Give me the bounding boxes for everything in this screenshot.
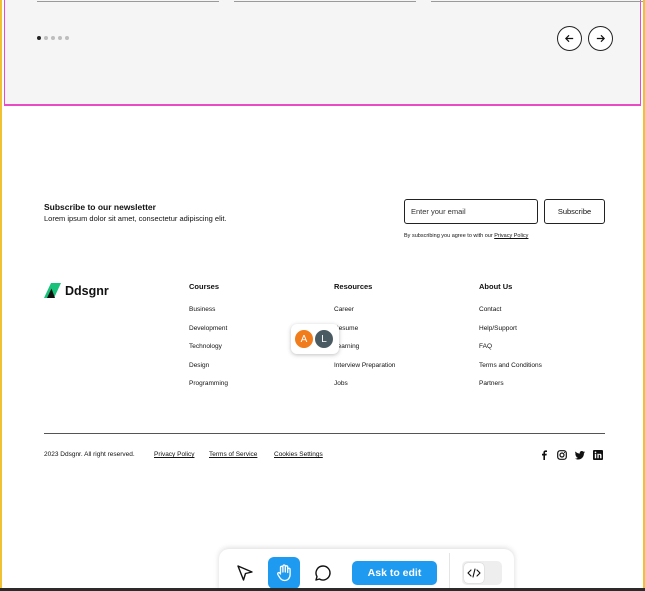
- carousel-next-button[interactable]: [588, 26, 613, 51]
- editor-toolbar: Ask to edit: [219, 549, 514, 591]
- footer-link[interactable]: Development: [189, 325, 228, 344]
- carousel-dot[interactable]: [65, 36, 69, 40]
- newsletter-title: Subscribe to our newsletter: [44, 202, 156, 212]
- arrow-left-icon: [564, 34, 574, 43]
- carousel-dot[interactable]: [44, 36, 48, 40]
- linkedin-icon[interactable]: [593, 450, 603, 460]
- footer-divider: [44, 433, 605, 434]
- footer-link[interactable]: Learning: [334, 343, 395, 362]
- footer-link[interactable]: Technology: [189, 343, 228, 362]
- twitter-icon[interactable]: [575, 450, 585, 460]
- card-bottom-edge: [431, 1, 643, 2]
- carousel-section: [4, 0, 643, 106]
- carousel-dots: [37, 36, 69, 40]
- subscribe-button[interactable]: Subscribe: [544, 199, 605, 224]
- consent-text: By subscribing you agree to with our Pri…: [404, 233, 528, 239]
- footer-link[interactable]: Interview Preparation: [334, 362, 395, 381]
- footer-link[interactable]: Business: [189, 306, 228, 325]
- hand-icon: [277, 564, 291, 582]
- column-title: Resources: [334, 282, 373, 291]
- column-title: Courses: [189, 282, 220, 291]
- logo-text: Ddsgnr: [65, 283, 109, 298]
- card-bottom-edge: [37, 1, 219, 2]
- collaborator-avatars[interactable]: A L: [291, 324, 339, 354]
- terms-of-service-link[interactable]: Terms of Service: [209, 451, 257, 458]
- footer-link[interactable]: Programming: [189, 380, 228, 399]
- code-icon: [464, 563, 484, 583]
- email-input[interactable]: [404, 199, 538, 224]
- toolbar-divider: [449, 553, 450, 591]
- footer-link[interactable]: Design: [189, 362, 228, 381]
- select-tool-button[interactable]: [229, 557, 261, 589]
- footer-column-resources: Resources Career Resume Learning Intervi…: [334, 282, 395, 399]
- carousel-dot[interactable]: [37, 36, 41, 40]
- cursor-icon: [237, 565, 253, 581]
- footer-column-courses: Courses Business Development Technology …: [189, 282, 228, 399]
- consent-prefix: By subscribing you agree to with our: [404, 233, 493, 239]
- consent-privacy-link[interactable]: Privacy Policy: [494, 233, 528, 239]
- carousel-dot[interactable]: [51, 36, 55, 40]
- privacy-policy-link[interactable]: Privacy Policy: [154, 451, 194, 458]
- code-view-toggle[interactable]: [462, 561, 502, 585]
- facebook-icon[interactable]: [539, 450, 549, 460]
- column-title: About Us: [479, 282, 513, 291]
- arrow-right-icon: [596, 34, 606, 43]
- card-bottom-edge: [234, 1, 416, 2]
- copyright-text: 2023 Ddsgnr. All right reserved.: [44, 451, 135, 458]
- footer-link[interactable]: Jobs: [334, 380, 395, 399]
- footer-link[interactable]: Terms and Conditions: [479, 362, 542, 381]
- footer-link[interactable]: Career: [334, 306, 395, 325]
- footer-column-about: About Us Contact Help/Support FAQ Terms …: [479, 282, 542, 399]
- footer-link[interactable]: Help/Support: [479, 325, 542, 344]
- logo[interactable]: Ddsgnr: [44, 283, 109, 298]
- comment-icon: [315, 565, 331, 581]
- instagram-icon[interactable]: [557, 450, 567, 460]
- footer-link[interactable]: Contact: [479, 306, 542, 325]
- avatar[interactable]: L: [313, 328, 335, 350]
- cookies-settings-link[interactable]: Cookies Settings: [274, 451, 323, 458]
- hand-tool-button[interactable]: [268, 557, 300, 589]
- newsletter-description: Lorem ipsum dolor sit amet, consectetur …: [44, 214, 227, 223]
- carousel-prev-button[interactable]: [557, 26, 582, 51]
- logo-mark-icon: [44, 283, 61, 298]
- ask-to-edit-button[interactable]: Ask to edit: [352, 561, 437, 585]
- footer-link[interactable]: Resume: [334, 325, 395, 344]
- avatar[interactable]: A: [293, 328, 315, 350]
- footer-link[interactable]: FAQ: [479, 343, 542, 362]
- carousel-dot[interactable]: [58, 36, 62, 40]
- footer-link[interactable]: Partners: [479, 380, 542, 399]
- comment-tool-button[interactable]: [307, 557, 339, 589]
